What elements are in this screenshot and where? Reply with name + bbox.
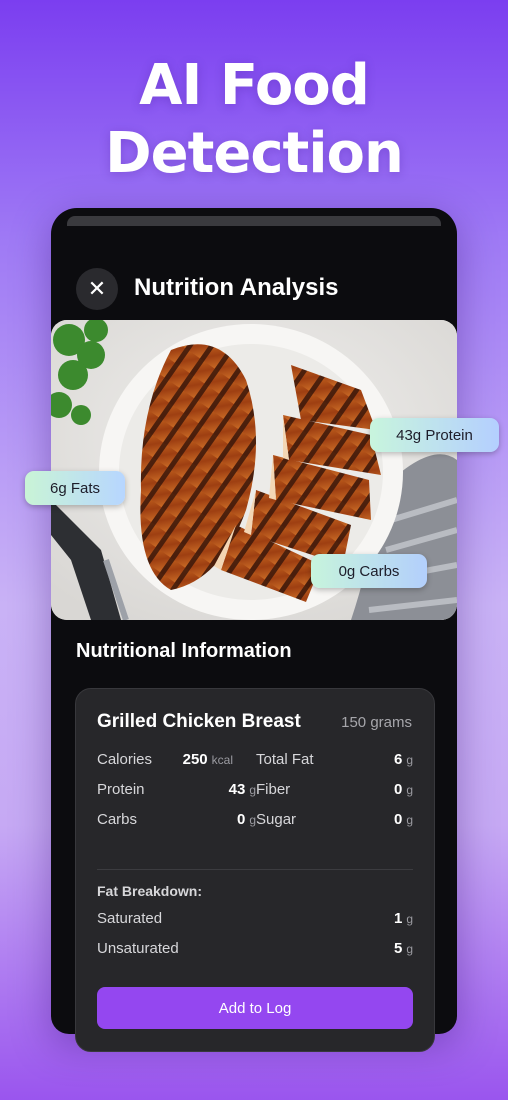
nutrient-label: Sugar [256,811,297,828]
screen-title: Nutrition Analysis [134,274,339,301]
nutrient-value: 43 g [228,781,256,798]
nutrient-value: 6g [393,751,413,768]
fat-row: Unsaturated 5g [97,940,413,960]
food-weight: 150 grams [341,714,412,731]
nutrient-value: 0g [236,811,256,828]
fat-label: Unsaturated [97,940,179,957]
nutrient-label: Calories [97,751,153,768]
previous-screen-edge [67,216,441,226]
fat-value: 5g [393,940,413,957]
nutrient-label: Protein [97,781,145,798]
fat-row: Saturated 1g [97,910,413,930]
close-button[interactable]: ✕ [76,268,118,310]
protein-chip: 43g Protein [370,418,499,452]
headline: AI Food Detection [0,52,508,188]
nutrient-row: Protein 43 g Fiber 0g [97,781,413,801]
nutrient-label: Total Fat [256,751,314,768]
card-divider [97,869,413,870]
close-icon: ✕ [87,276,107,301]
add-to-log-button[interactable]: Add to Log [97,987,413,1029]
nutritional-info-title: Nutritional Information [76,640,292,662]
carbs-chip: 0g Carbs [311,554,427,588]
headline-line-2: Detection [105,121,404,186]
fat-label: Saturated [97,910,163,927]
nutrient-label: Carbs [97,811,138,828]
food-name: Grilled Chicken Breast [97,711,301,732]
nutrient-row: Carbs 0g Sugar 0g [97,811,413,831]
nutrition-card: Grilled Chicken Breast 150 grams Calorie… [75,688,435,1052]
headline-line-1: AI Food [139,53,370,118]
fat-value: 1g [393,910,413,927]
nutrient-value: 0g [393,781,413,798]
nutrient-value: 250 kcal [182,751,233,768]
nutrient-label: Fiber [256,781,291,798]
nutrient-value: 0g [393,811,413,828]
fats-chip: 6g Fats [25,471,125,505]
nutrient-row: Calories 250 kcal Total Fat 6g [97,751,413,771]
fat-breakdown-title: Fat Breakdown: [97,883,203,899]
